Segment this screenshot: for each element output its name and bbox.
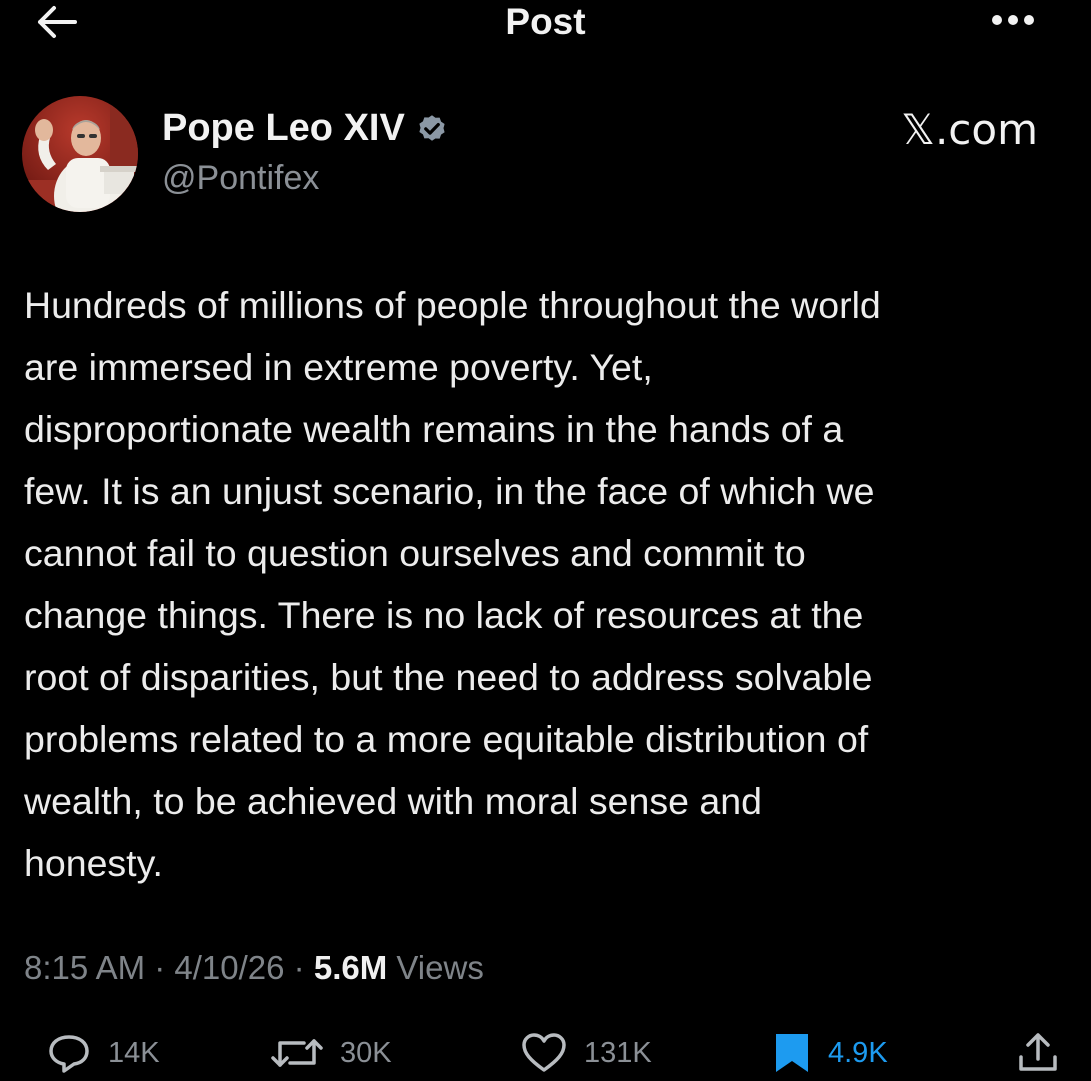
top-bar: Post: [0, 0, 1091, 50]
like-count: 131K: [584, 1036, 652, 1069]
views-count: 5.6M: [313, 949, 388, 986]
like-button[interactable]: 131K: [520, 1025, 652, 1081]
post-date: 4/10/26: [174, 949, 285, 986]
x-com-watermark: 𝕏.com: [901, 105, 1038, 154]
repost-count: 30K: [340, 1036, 392, 1069]
share-icon: [1016, 1031, 1060, 1075]
display-name: Pope Leo XIV: [162, 107, 405, 149]
like-icon: [520, 1032, 568, 1074]
meta-separator: ·: [284, 949, 314, 986]
arrow-left-icon: [35, 4, 79, 45]
post-meta: 8:15 AM · 4/10/26 · 5.6M Views: [24, 945, 484, 991]
author-name-row[interactable]: Pope Leo XIV: [162, 106, 449, 150]
verified-badge-icon: [415, 111, 449, 145]
reply-button[interactable]: 14K: [46, 1025, 160, 1081]
views-label: Views: [387, 949, 484, 986]
post-text: Hundreds of millions of people throughou…: [24, 284, 881, 884]
author-handle[interactable]: @Pontifex: [162, 158, 319, 198]
meta-separator: ·: [145, 949, 175, 986]
bookmark-count: 4.9K: [828, 1036, 888, 1069]
repost-icon: [270, 1033, 324, 1073]
more-horizontal-icon: [983, 12, 1043, 33]
bookmark-icon: [772, 1031, 812, 1075]
reply-icon: [46, 1032, 92, 1074]
bookmark-button[interactable]: 4.9K: [772, 1025, 888, 1081]
page-title: Post: [505, 1, 586, 42]
author-header: Pope Leo XIV @Pontifex 𝕏.com: [22, 96, 1062, 212]
action-bar: 14K 30K 131K 4.9K: [0, 1025, 1091, 1081]
more-button[interactable]: [978, 4, 1048, 40]
avatar[interactable]: [22, 96, 138, 212]
back-button[interactable]: [32, 2, 82, 46]
share-button[interactable]: [1016, 1025, 1060, 1081]
post-time: 8:15 AM: [24, 949, 146, 986]
reply-count: 14K: [108, 1036, 160, 1069]
repost-button[interactable]: 30K: [270, 1025, 392, 1081]
